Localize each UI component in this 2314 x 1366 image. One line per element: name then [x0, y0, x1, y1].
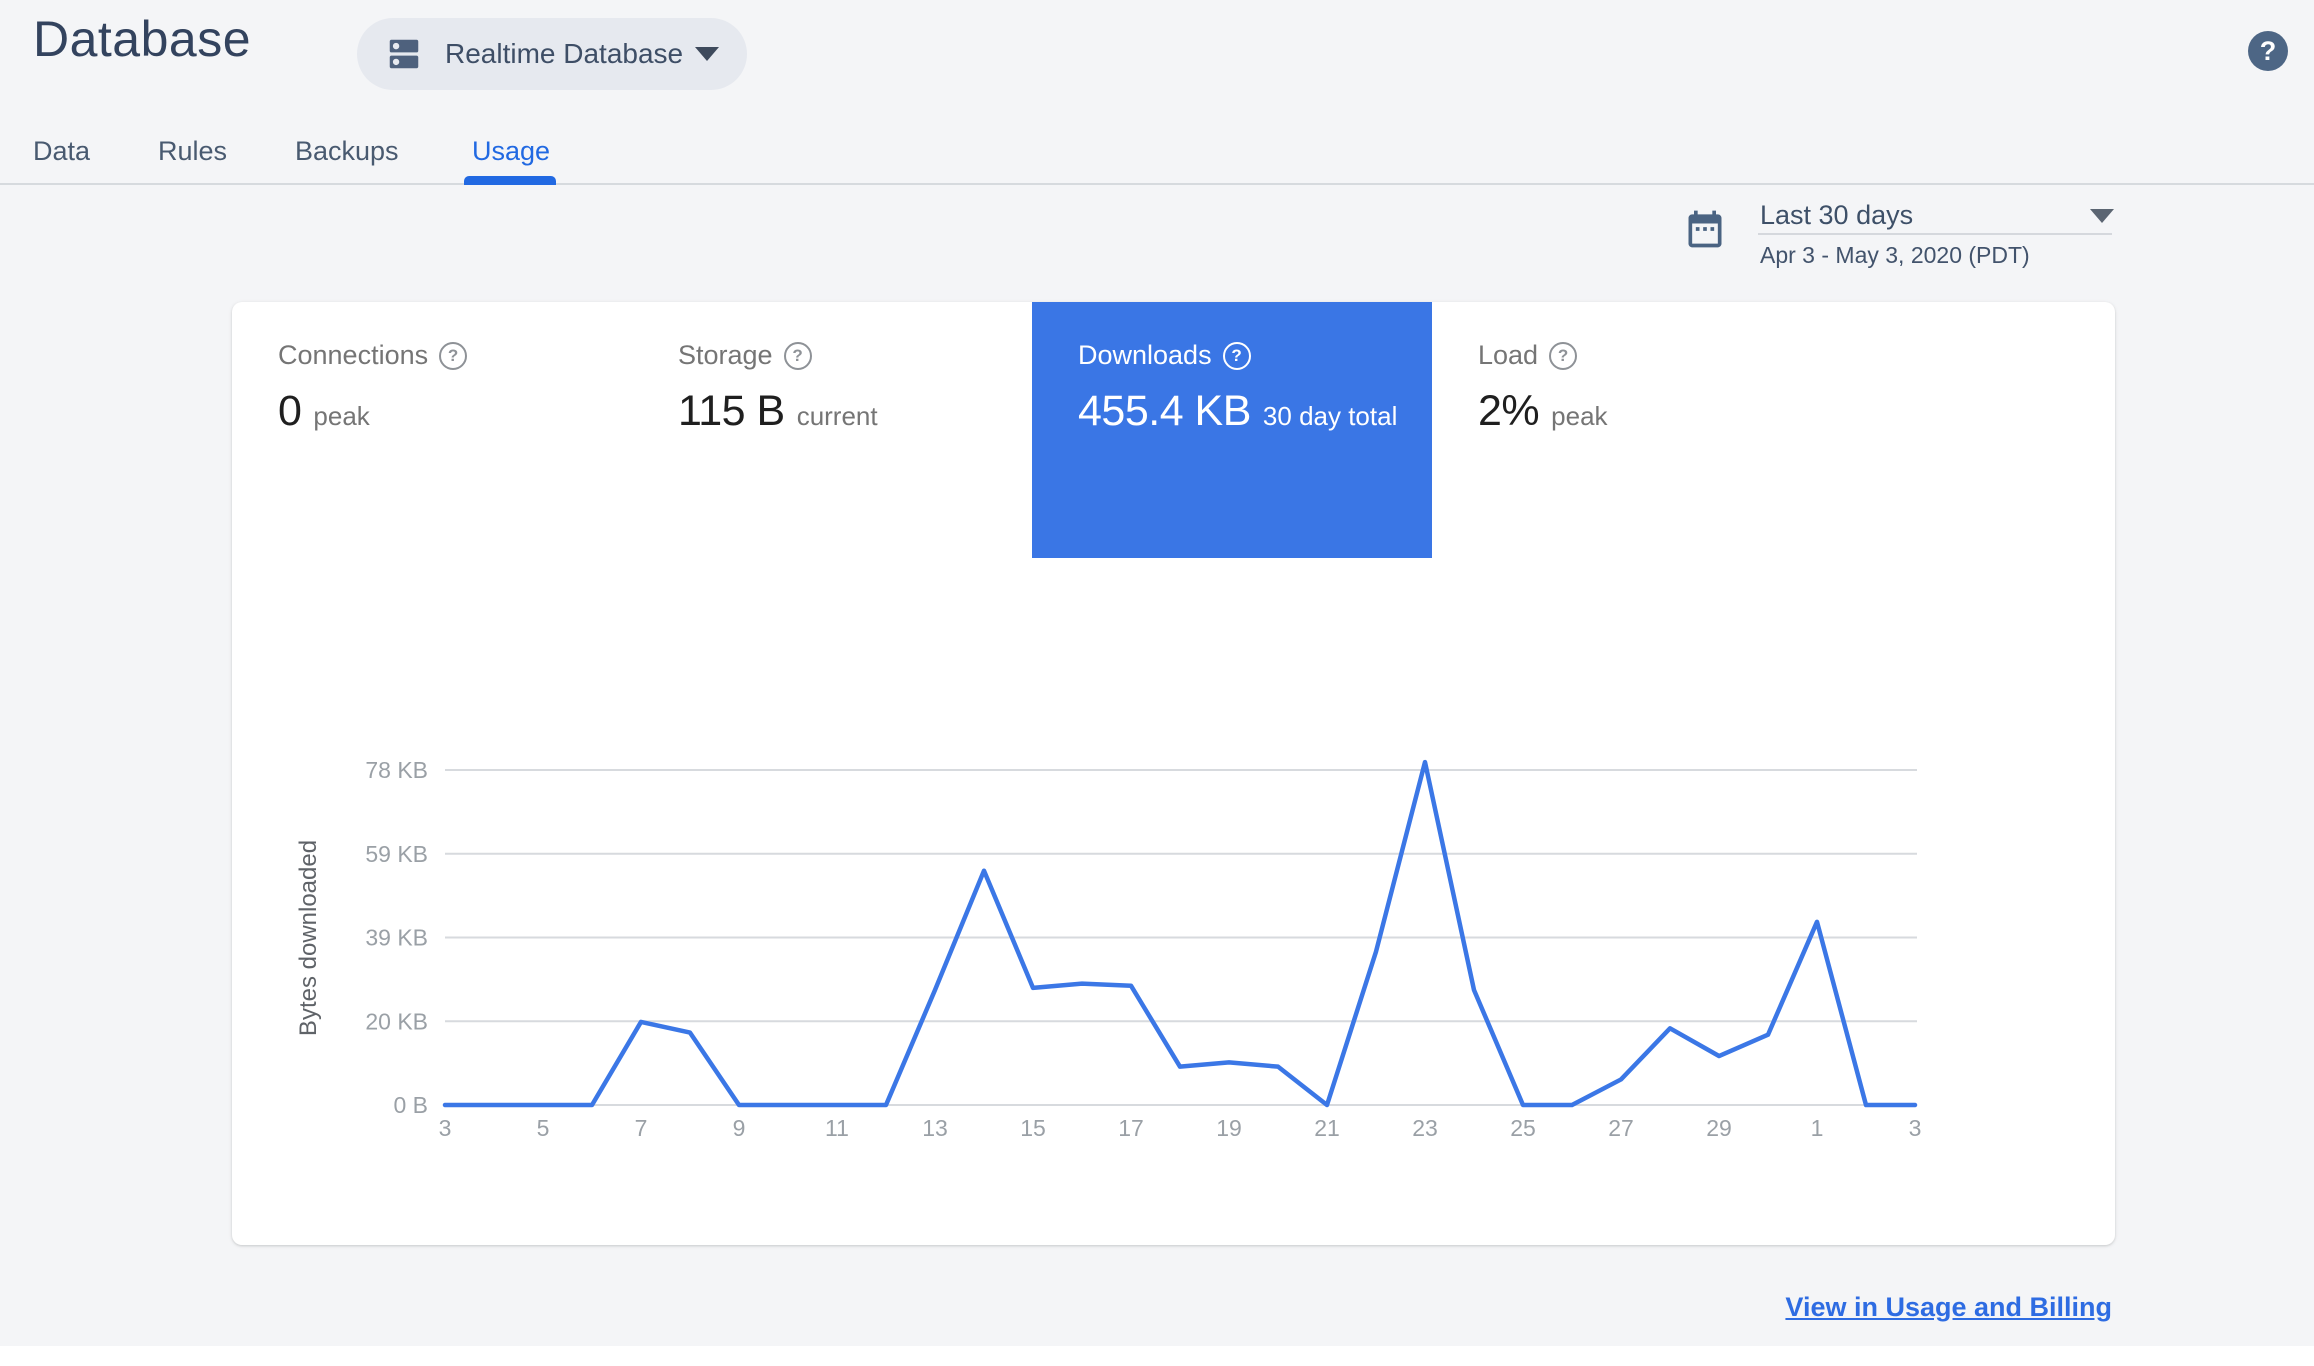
calendar-icon	[1688, 210, 1722, 248]
tab-rules[interactable]: Rules	[158, 136, 227, 167]
metric-tile-storage[interactable]: Storage ? 115 B current	[632, 302, 1032, 558]
metric-value: 115 B	[678, 387, 785, 435]
metric-label: Storage	[678, 340, 773, 370]
database-selector-button[interactable]: Realtime Database	[357, 18, 747, 90]
database-selector-label: Realtime Database	[445, 38, 684, 69]
metric-label: Downloads	[1078, 340, 1212, 370]
chevron-down-icon	[695, 47, 719, 61]
help-icon[interactable]: ?	[439, 341, 468, 370]
database-icon	[389, 39, 419, 69]
help-icon[interactable]: ?	[783, 341, 812, 370]
tab-usage[interactable]: Usage	[472, 136, 550, 167]
date-preset-row[interactable]: Last 30 days	[1760, 200, 2116, 231]
metric-label: Connections	[278, 340, 429, 370]
usage-card: Connections ? 0 peak Storage ? 115 B cur…	[232, 302, 2115, 1245]
metric-value: 0	[278, 387, 302, 435]
chevron-down-icon	[2090, 208, 2114, 223]
metric-tiles: Connections ? 0 peak Storage ? 115 B cur…	[232, 302, 1832, 558]
date-preset-label: Last 30 days	[1760, 200, 1914, 230]
date-divider	[1758, 233, 2112, 235]
active-tab-indicator	[464, 176, 556, 185]
help-icon[interactable]: ?	[1222, 341, 1251, 370]
metric-suffix: peak	[313, 401, 370, 431]
page-title: Database	[33, 11, 252, 67]
view-usage-billing-link[interactable]: View in Usage and Billing	[1785, 1292, 2112, 1323]
tab-data[interactable]: Data	[33, 136, 90, 167]
help-icon: ?	[2259, 35, 2277, 66]
metric-label: Load	[1478, 340, 1539, 370]
help-button[interactable]: ?	[2248, 31, 2288, 71]
tab-backups[interactable]: Backups	[295, 136, 399, 167]
metric-tile-downloads[interactable]: Downloads ? 455.4 KB 30 day total	[1032, 302, 1432, 558]
metric-suffix: 30 day total	[1262, 401, 1398, 431]
metric-tile-connections[interactable]: Connections ? 0 peak	[232, 302, 632, 558]
metric-suffix: peak	[1551, 401, 1608, 431]
bottom-strip	[0, 1346, 2314, 1366]
metric-value: 2%	[1478, 387, 1540, 435]
help-icon[interactable]: ?	[1549, 341, 1578, 370]
metric-suffix: current	[796, 401, 878, 431]
tabbar-divider	[0, 183, 2314, 185]
metric-tile-load[interactable]: Load ? 2% peak	[1432, 302, 1832, 558]
date-range-label: Apr 3 - May 3, 2020 (PDT)	[1760, 242, 2030, 268]
metric-value: 455.4 KB	[1078, 387, 1251, 435]
